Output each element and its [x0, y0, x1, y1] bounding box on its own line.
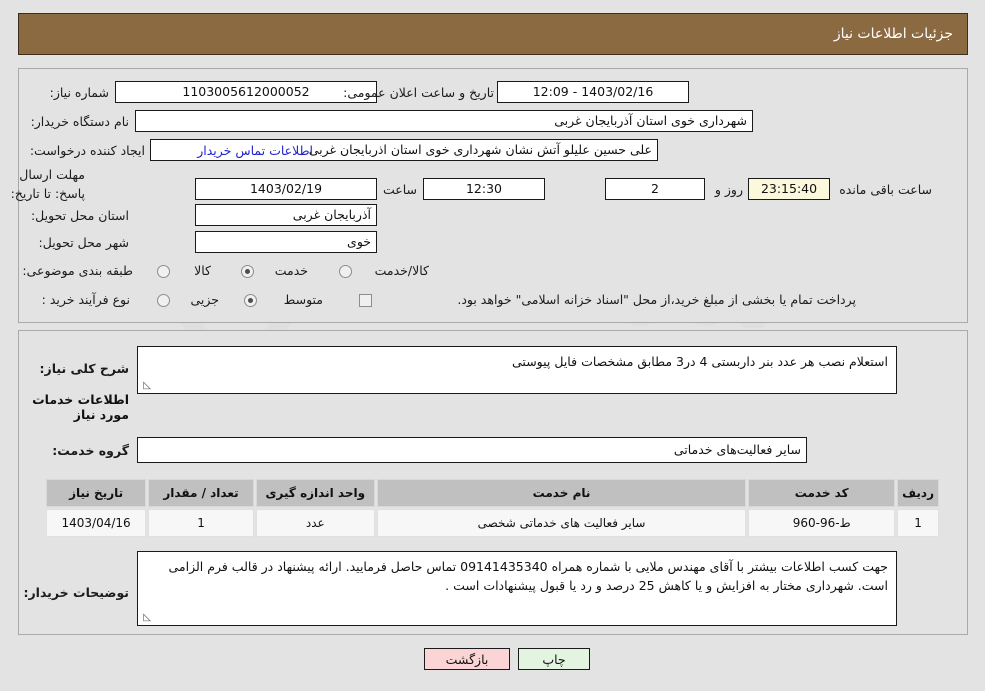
- radio-process-jozi[interactable]: [157, 294, 170, 307]
- process-option-0-label: جزیی: [190, 292, 219, 307]
- cell-row: 1: [897, 509, 939, 537]
- remaining-days-value: 2: [605, 178, 705, 200]
- need-number-value: 1103005612000052: [115, 81, 377, 103]
- col-qty: تعداد / مقدار: [148, 479, 254, 507]
- province-label: استان محل تحویل:: [30, 208, 129, 223]
- city-value: خوی: [195, 231, 377, 253]
- back-button[interactable]: بازگشت: [424, 648, 510, 670]
- buyer-org-label: نام دستگاه خریدار:: [30, 114, 129, 129]
- city-label: شهر محل تحویل:: [38, 235, 129, 250]
- deadline-time-value: 12:30: [423, 178, 545, 200]
- category-option-2-label: کالا/خدمت: [374, 263, 429, 278]
- countdown-label: ساعت باقی مانده: [839, 182, 932, 197]
- cell-date: 1403/04/16: [46, 509, 147, 537]
- cell-code: ط-96-960: [748, 509, 896, 537]
- cell-name: سایر فعالیت های خدماتی شخصی: [376, 509, 747, 537]
- services-section-title: اطلاعات خدمات مورد نیاز: [32, 392, 129, 422]
- hour-label: ساعت: [382, 182, 417, 197]
- countdown-value: 23:15:40: [748, 178, 830, 200]
- cell-qty: 1: [148, 509, 254, 537]
- service-group-value: سایر فعالیت‌های خدماتی: [137, 437, 807, 463]
- radio-category-kala-khedmat[interactable]: [339, 265, 352, 278]
- treasury-checkbox[interactable]: [359, 294, 372, 307]
- table-row: 1 ط-96-960 سایر فعالیت های خدماتی شخصی ع…: [46, 509, 939, 537]
- deadline-label: مهلت ارسال پاسخ: تا تاریخ:: [10, 167, 85, 201]
- table-header-row: ردیف کد خدمت نام خدمت واحد اندازه گیری ت…: [46, 479, 939, 507]
- radio-category-kala[interactable]: [157, 265, 170, 278]
- col-code: کد خدمت: [748, 479, 896, 507]
- col-date: تاریخ نیاز: [46, 479, 147, 507]
- process-label: نوع فرآیند خرید :: [41, 292, 130, 307]
- page-root: AriaTender.net جزئیات اطلاعات نیاز شماره…: [0, 0, 985, 691]
- page-title: جزئیات اطلاعات نیاز: [833, 26, 953, 42]
- deadline-date-value: 1403/02/19: [195, 178, 377, 200]
- buyer-notes-textarea[interactable]: جهت کسب اطلاعات بیشتر با آقای مهندس ملای…: [137, 551, 897, 626]
- need-description-textarea[interactable]: استعلام نصب هر عدد بنر داربستی 4 در3 مطا…: [137, 346, 897, 394]
- need-description-label: شرح کلی نیاز:: [39, 361, 129, 376]
- col-unit: واحد اندازه گیری: [255, 479, 375, 507]
- province-value: آذربایجان غربی: [195, 204, 377, 226]
- announce-label: تاریخ و ساعت اعلان عمومی:: [343, 85, 494, 100]
- service-group-label: گروه خدمت:: [52, 443, 129, 458]
- print-button[interactable]: چاپ: [518, 648, 590, 670]
- process-option-1-label: متوسط: [283, 292, 323, 307]
- radio-category-khedmat[interactable]: [241, 265, 254, 278]
- category-option-1-label: خدمت: [274, 263, 308, 278]
- resize-grip-icon[interactable]: ◺: [141, 613, 151, 623]
- buyer-notes-value: جهت کسب اطلاعات بیشتر با آقای مهندس ملای…: [168, 559, 888, 593]
- announce-value: 1403/02/16 - 12:09: [497, 81, 689, 103]
- buyer-notes-label: توضیحات خریدار:: [23, 585, 129, 600]
- need-number-label: شماره نیاز:: [49, 85, 109, 100]
- requester-label: ایجاد کننده درخواست:: [29, 143, 145, 158]
- category-option-0-label: کالا: [194, 263, 211, 278]
- col-name: نام خدمت: [376, 479, 747, 507]
- resize-grip-icon[interactable]: ◺: [141, 381, 151, 391]
- treasury-note-label: پرداخت تمام یا بخشی از مبلغ خرید،از محل …: [457, 292, 856, 307]
- buyer-org-value: شهرداری خوی استان آذربایجان غربی: [135, 110, 753, 132]
- services-table: ردیف کد خدمت نام خدمت واحد اندازه گیری ت…: [44, 477, 941, 539]
- radio-process-motavaset[interactable]: [244, 294, 257, 307]
- cell-unit: عدد: [255, 509, 375, 537]
- buyer-contact-link[interactable]: اطلاعات تماس خریدار: [197, 143, 313, 158]
- days-label: روز و: [714, 182, 743, 197]
- page-header: جزئیات اطلاعات نیاز: [18, 13, 968, 55]
- need-description-value: استعلام نصب هر عدد بنر داربستی 4 در3 مطا…: [512, 354, 888, 369]
- col-row: ردیف: [897, 479, 939, 507]
- category-label: طبقه بندی موضوعی:: [22, 263, 133, 278]
